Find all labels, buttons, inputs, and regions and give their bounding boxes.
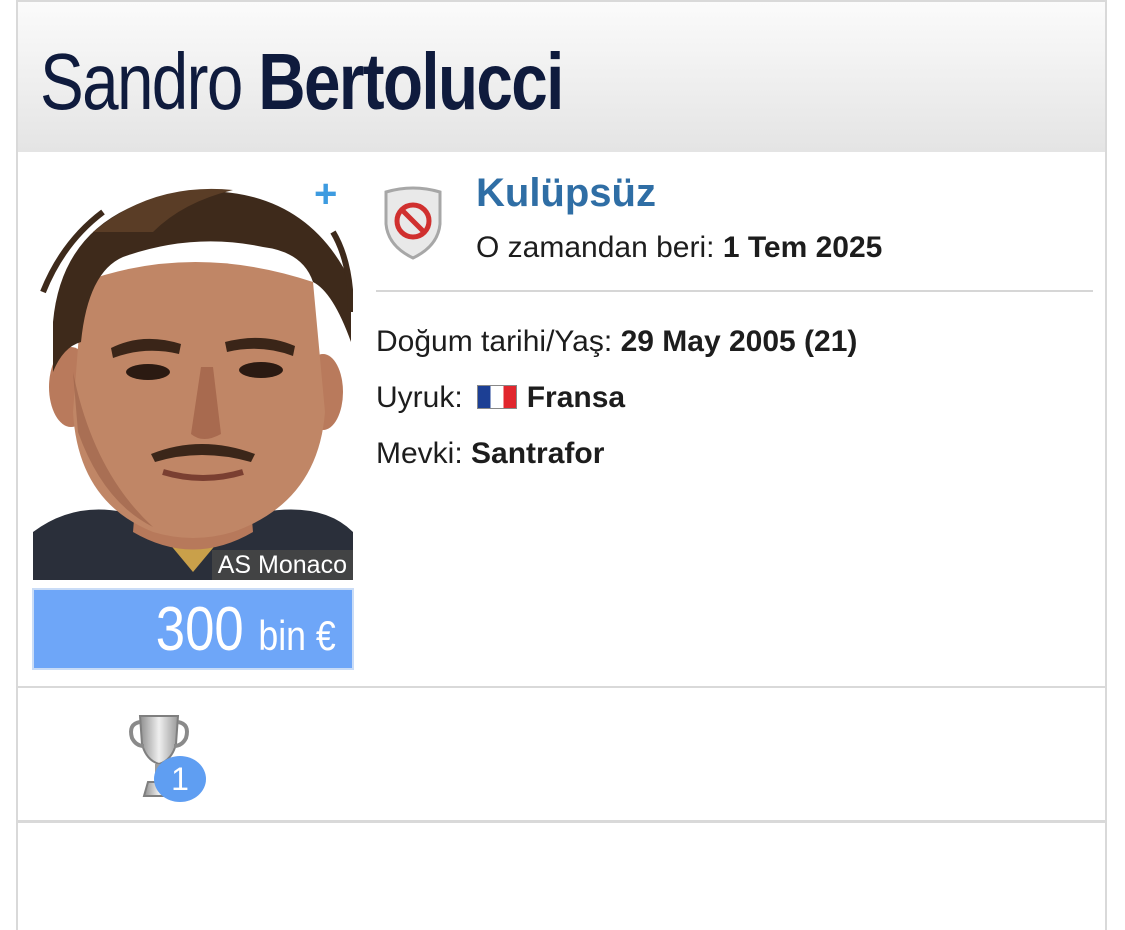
position-label: Mevki: — [376, 437, 463, 470]
nationality-label: Uyruk: — [376, 381, 463, 414]
position-value: Santrafor — [471, 437, 605, 470]
club-since: O zamandan beri: 1 Tem 2025 — [476, 228, 882, 268]
player-photo[interactable]: AS Monaco — [33, 172, 353, 580]
section-divider — [18, 686, 1105, 688]
nationality-row: Uyruk: Fransa — [376, 378, 625, 418]
info-divider — [376, 290, 1093, 292]
player-profile-card: Sandro Bertolucci AS Monaco + 300 bin € … — [16, 0, 1107, 930]
club-name-link[interactable]: Kulüpsüz — [476, 168, 656, 218]
no-club-shield-icon — [384, 186, 442, 260]
position-row: Mevki: Santrafor — [376, 434, 604, 474]
player-name: Sandro Bertolucci — [40, 36, 564, 128]
add-icon[interactable]: + — [314, 174, 337, 214]
photo-club-caption: AS Monaco — [211, 550, 353, 580]
france-flag-icon — [476, 385, 517, 409]
market-value-number: 300 — [155, 595, 244, 664]
player-last-name: Bertolucci — [258, 37, 564, 126]
market-value-amount: 300 bin € — [156, 590, 336, 676]
birth-date-value: 29 May 2005 (21) — [620, 325, 858, 358]
nationality-value[interactable]: Fransa — [527, 381, 625, 414]
club-since-value: 1 Tem 2025 — [722, 231, 883, 264]
player-portrait-image — [33, 188, 353, 580]
market-value[interactable]: 300 bin € — [32, 588, 354, 670]
club-since-label: O zamandan beri: — [476, 231, 715, 264]
trophy-count-badge: 1 — [154, 756, 206, 802]
birth-date-label: Doğum tarihi/Yaş: — [376, 325, 613, 358]
market-value-unit: bin € — [258, 612, 336, 659]
player-first-name: Sandro — [40, 37, 243, 126]
birth-date-row: Doğum tarihi/Yaş: 29 May 2005 (21) — [376, 322, 857, 362]
section-divider-bottom — [18, 820, 1105, 823]
profile-header: Sandro Bertolucci — [18, 0, 1105, 152]
